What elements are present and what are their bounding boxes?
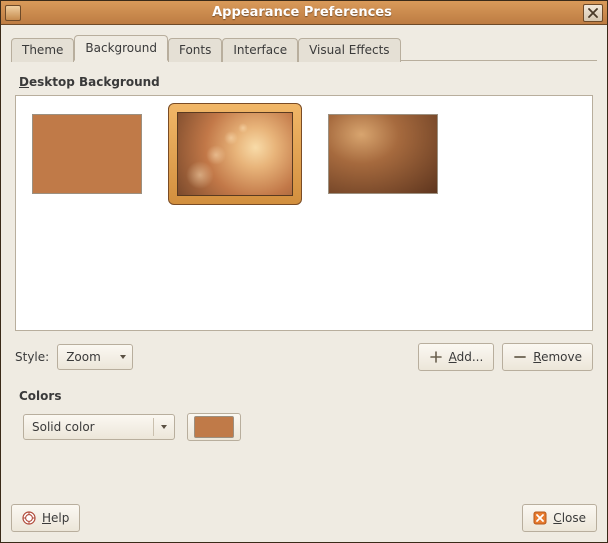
colors-mode-dropdown[interactable]: Solid color [23,414,175,440]
tab-visual-effects[interactable]: Visual Effects [298,38,400,62]
style-row: Style: Zoom Add... Remove [15,343,593,371]
wallpaper-thumb-warm[interactable] [328,114,438,194]
tab-background[interactable]: Background [74,35,168,61]
window-title: Appearance Preferences [27,5,577,20]
close-button[interactable]: Close [522,504,597,532]
help-icon [22,511,36,525]
style-label: Style: [15,350,49,364]
content-area: Theme Background Fonts Interface Visual … [1,25,607,494]
appearance-preferences-window: Appearance Preferences Theme Background … [0,0,608,543]
tab-fonts[interactable]: Fonts [168,38,222,62]
remove-button[interactable]: Remove [502,343,593,371]
wallpaper-thumb-solid[interactable] [32,114,142,194]
colors-heading: Colors [19,389,593,403]
app-icon [5,5,21,21]
colors-row: Solid color [15,413,593,441]
tab-interface[interactable]: Interface [222,38,298,62]
close-icon [533,511,547,525]
help-button[interactable]: Help [11,504,80,532]
tab-theme[interactable]: Theme [11,38,74,62]
dialog-footer: Help Close [1,494,607,542]
chevron-down-icon [119,353,127,361]
color-swatch-button[interactable] [187,413,241,441]
wallpaper-list [15,95,593,331]
titlebar: Appearance Preferences [1,1,607,25]
plus-icon [429,350,443,364]
window-close-button[interactable] [583,4,603,22]
add-button[interactable]: Add... [418,343,495,371]
desktop-background-heading: Desktop Background [19,75,593,89]
tab-bar: Theme Background Fonts Interface Visual … [11,35,597,61]
colors-mode-value: Solid color [32,420,95,434]
close-icon [588,8,598,18]
style-value: Zoom [66,350,101,364]
style-dropdown[interactable]: Zoom [57,344,133,370]
chevron-down-icon [160,423,168,431]
color-swatch [194,416,234,438]
wallpaper-thumb-selected[interactable] [168,103,302,205]
minus-icon [513,350,527,364]
background-tab-body: Desktop Background [11,67,597,484]
